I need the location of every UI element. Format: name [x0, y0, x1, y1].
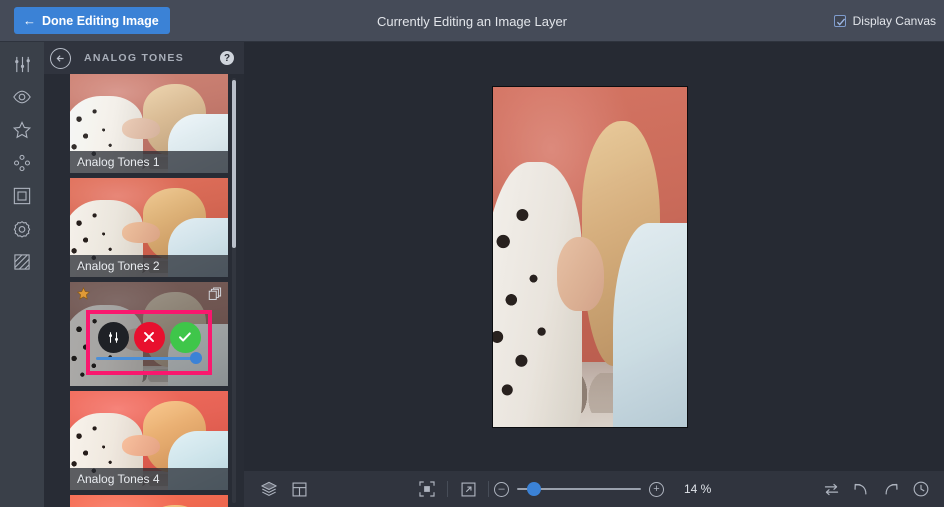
preset-thumbnail-image — [70, 495, 228, 507]
left-tool-rail — [0, 42, 44, 507]
minus-circle-icon[interactable]: – — [494, 481, 509, 497]
overlays-dots-icon[interactable] — [5, 151, 39, 175]
slider-handle[interactable] — [190, 352, 202, 364]
scrollbar-thumb[interactable] — [232, 80, 236, 248]
canvas-artboard[interactable] — [493, 87, 687, 427]
plus-circle-icon[interactable]: + — [649, 481, 664, 497]
preset-panel-title: ANALOG TONES — [84, 52, 184, 64]
canvas-area[interactable] — [244, 42, 944, 471]
display-canvas-checkbox[interactable] — [833, 15, 846, 27]
zoom-slider-handle[interactable] — [527, 482, 541, 496]
preset-item-analog-tones-4[interactable]: Analog Tones 4 — [70, 391, 228, 490]
texture-hatch-icon[interactable] — [5, 250, 39, 274]
top-bar: ← Done Editing Image Currently Editing a… — [0, 0, 944, 42]
frame-square-icon[interactable] — [5, 184, 39, 208]
display-canvas-label: Display Canvas — [852, 14, 936, 28]
canvas-image — [493, 87, 687, 427]
preset-item-label: Analog Tones 1 — [70, 151, 228, 173]
redo-arrow-icon[interactable] — [876, 471, 906, 507]
help-question-icon[interactable]: ? — [220, 51, 234, 65]
layout-grid-icon[interactable] — [284, 471, 314, 507]
edit-controls-highlight — [86, 310, 212, 375]
back-arrow-circle-icon[interactable] — [50, 47, 71, 69]
display-canvas-toggle[interactable]: Display Canvas — [833, 0, 936, 42]
preset-apply-button[interactable] — [169, 321, 201, 353]
preset-item-analog-tones-1[interactable]: Analog Tones 1 — [70, 74, 228, 173]
toolbar-divider — [447, 481, 448, 497]
bottom-toolbar: – + 14 % — [244, 471, 944, 507]
done-editing-image-label: Done Editing Image — [42, 13, 159, 28]
preset-panel-header: ANALOG TONES ? — [44, 42, 244, 74]
preset-item-editing[interactable] — [70, 282, 228, 386]
zoom-controls: – + 14 % — [494, 481, 718, 497]
edit-controls-row — [90, 318, 208, 356]
zoom-slider[interactable] — [517, 482, 641, 496]
preset-intensity-slider[interactable] — [96, 352, 202, 364]
toolbar-divider — [488, 481, 489, 497]
done-editing-image-button[interactable]: ← Done Editing Image — [14, 7, 170, 34]
compare-swap-icon[interactable] — [816, 471, 846, 507]
back-arrow-icon: ← — [23, 13, 36, 28]
zoom-level-value: 14 % — [684, 482, 712, 496]
eye-icon[interactable] — [5, 85, 39, 109]
expand-arrow-icon[interactable] — [453, 471, 483, 507]
preset-list-scroll[interactable]: Analog Tones 1 Analog Tones 2 Analog Ton… — [44, 74, 244, 507]
preset-list-scrollbar[interactable] — [232, 78, 236, 503]
duplicate-layers-icon[interactable] — [208, 287, 222, 306]
preset-thumbnail-list: Analog Tones 1 Analog Tones 2 Analog Ton… — [70, 74, 228, 507]
history-clock-icon[interactable] — [906, 471, 936, 507]
star-favorite-icon[interactable] — [76, 286, 91, 306]
preset-cancel-button[interactable] — [133, 321, 165, 353]
preset-panel: ANALOG TONES ? Analog Tones 1 Analog Ton… — [44, 42, 244, 507]
preset-item-label: Analog Tones 4 — [70, 468, 228, 490]
star-icon[interactable] — [5, 118, 39, 142]
preset-settings-button[interactable] — [97, 321, 129, 353]
preset-item-analog-tones-2[interactable]: Analog Tones 2 — [70, 178, 228, 277]
layers-stack-icon[interactable] — [254, 471, 284, 507]
fit-to-screen-icon[interactable] — [412, 471, 442, 507]
badge-flower-icon[interactable] — [5, 217, 39, 241]
adjustments-sliders-icon[interactable] — [5, 52, 39, 76]
checkmark-icon — [836, 18, 845, 26]
image-editor-app: ← Done Editing Image Currently Editing a… — [0, 0, 944, 507]
undo-arrow-icon[interactable] — [846, 471, 876, 507]
preset-item-next[interactable] — [70, 495, 228, 507]
preset-item-label: Analog Tones 2 — [70, 255, 228, 277]
slider-track — [96, 357, 202, 360]
